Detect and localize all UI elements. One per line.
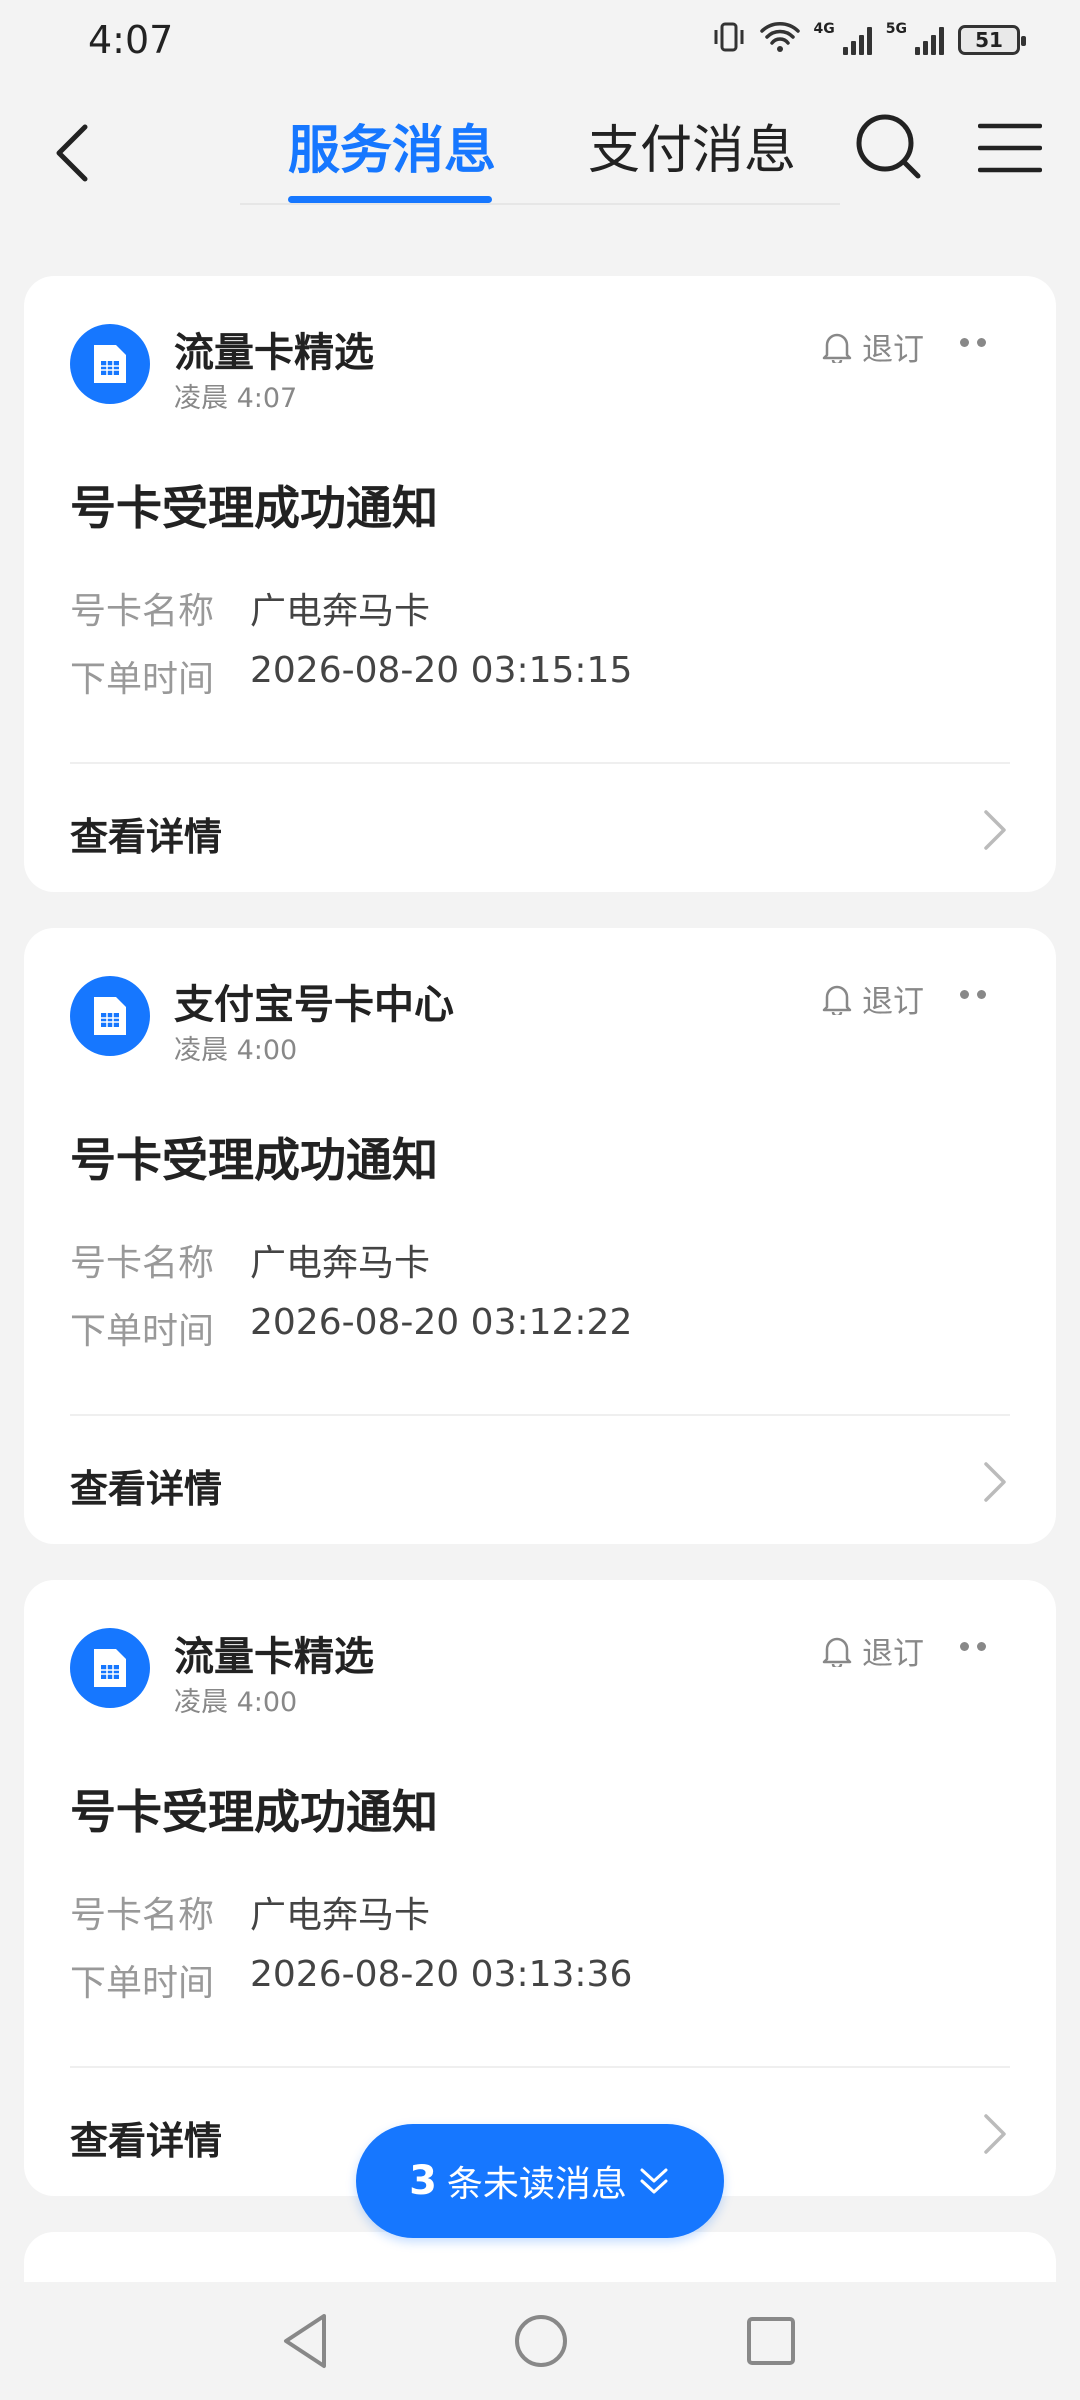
bell-icon (822, 985, 852, 1015)
field-label: 下单时间 (70, 1963, 215, 2004)
bell-icon (822, 333, 852, 363)
active-tab-indicator (288, 196, 492, 203)
chevron-left-icon (56, 124, 88, 182)
search-icon (856, 114, 921, 179)
source-avatar[interactable] (70, 976, 150, 1056)
more-options-button[interactable] (960, 990, 986, 999)
nav-recent-apps-icon[interactable] (736, 2306, 806, 2376)
view-details-link[interactable]: 查看详情 (70, 1458, 222, 1513)
unread-label: 条未读消息 (446, 2164, 627, 2205)
unsubscribe-label: 退订 (862, 332, 924, 368)
unread-count: 3 (409, 2158, 437, 2204)
chevron-right-icon[interactable] (980, 1458, 1010, 1506)
message-card[interactable]: 流量卡精选 凌晨 4:00 退订 号卡受理成功通知 号卡名称 广电奔马卡 下单时… (24, 1580, 1056, 2196)
unsubscribe-label: 退订 (862, 984, 924, 1020)
field-value: 广电奔马卡 (250, 1243, 431, 1284)
card-divider (70, 2066, 1010, 2068)
message-feed[interactable]: 流量卡精选 凌晨 4:07 退订 号卡受理成功通知 号卡名称 广电奔马卡 下单时… (24, 276, 1056, 2328)
view-details-link[interactable]: 查看详情 (70, 806, 222, 861)
message-title: 号卡受理成功通知 (70, 1785, 438, 1839)
field-card-name: 号卡名称 广电奔马卡 (70, 582, 430, 634)
field-value: 广电奔马卡 (250, 1895, 431, 1936)
status-bar: 4:07 4G 5G 51 (0, 0, 1080, 80)
battery-level: 51 (975, 28, 1003, 52)
battery-icon: 51 (958, 25, 1026, 55)
menu-icon (977, 123, 1043, 173)
wifi-icon (759, 21, 800, 59)
message-title: 号卡受理成功通知 (70, 1133, 438, 1187)
source-name[interactable]: 支付宝号卡中心 (174, 972, 454, 1030)
field-order-time: 下单时间 2026-08-20 03:13:36 (70, 1954, 632, 2006)
unsubscribe-button[interactable]: 退订 (822, 1628, 924, 1673)
network-type-5g: 5G (885, 21, 907, 37)
vibrate-icon (712, 21, 746, 59)
network-type-4g: 4G (813, 21, 835, 37)
unsubscribe-label: 退订 (862, 1636, 924, 1672)
search-button[interactable] (854, 112, 924, 182)
field-value: 广电奔马卡 (250, 591, 431, 632)
back-button[interactable] (48, 118, 98, 188)
status-time: 4:07 (88, 18, 174, 62)
source-name[interactable]: 流量卡精选 (174, 1624, 374, 1682)
message-time: 凌晨 4:00 (174, 1687, 298, 1718)
bell-icon (822, 1637, 852, 1667)
view-details-link[interactable]: 查看详情 (70, 2110, 222, 2165)
sim-card-icon (94, 1649, 126, 1687)
field-value: 2026-08-20 03:13:36 (250, 1954, 633, 1995)
source-avatar[interactable] (70, 324, 150, 404)
signal-icon (842, 25, 872, 55)
card-divider (70, 1414, 1010, 1416)
signal-icon-2 (915, 25, 944, 55)
tab-service-messages[interactable]: 服务消息 (288, 108, 496, 183)
status-icons: 4G 5G 51 (712, 21, 1026, 59)
field-value: 2026-08-20 03:12:22 (250, 1302, 633, 1343)
message-title: 号卡受理成功通知 (70, 481, 438, 535)
field-order-time: 下单时间 2026-08-20 03:15:15 (70, 650, 632, 702)
field-label: 下单时间 (70, 659, 215, 700)
source-name[interactable]: 流量卡精选 (174, 320, 374, 378)
card-divider (70, 762, 1010, 764)
sim-card-icon (94, 997, 126, 1035)
source-avatar[interactable] (70, 1628, 150, 1708)
menu-button[interactable] (977, 122, 1043, 174)
tab-service-messages-label: 服务消息 (288, 121, 497, 181)
double-chevron-down-icon (640, 2168, 668, 2194)
nav-back-icon[interactable] (272, 2306, 342, 2376)
field-value: 2026-08-20 03:15:15 (250, 650, 633, 691)
unsubscribe-button[interactable]: 退订 (822, 976, 924, 1021)
field-card-name: 号卡名称 广电奔马卡 (70, 1234, 430, 1286)
sim-card-icon (94, 345, 126, 383)
more-options-button[interactable] (960, 338, 986, 347)
tab-payment-messages-label: 支付消息 (588, 121, 797, 181)
message-time: 凌晨 4:07 (174, 383, 298, 414)
message-time: 凌晨 4:00 (174, 1035, 298, 1066)
field-card-name: 号卡名称 广电奔马卡 (70, 1886, 430, 1938)
field-label: 号卡名称 (70, 591, 215, 632)
field-label: 号卡名称 (70, 1243, 215, 1284)
unsubscribe-button[interactable]: 退订 (822, 324, 924, 369)
tab-payment-messages[interactable]: 支付消息 (588, 108, 796, 183)
message-card[interactable]: 支付宝号卡中心 凌晨 4:00 退订 号卡受理成功通知 号卡名称 广电奔马卡 下… (24, 928, 1056, 1544)
nav-home-icon[interactable] (506, 2306, 576, 2376)
more-options-button[interactable] (960, 1642, 986, 1651)
system-navigation-bar (0, 2282, 1080, 2400)
field-order-time: 下单时间 2026-08-20 03:12:22 (70, 1302, 632, 1354)
message-card[interactable]: 流量卡精选 凌晨 4:07 退订 号卡受理成功通知 号卡名称 广电奔马卡 下单时… (24, 276, 1056, 892)
field-label: 下单时间 (70, 1311, 215, 1352)
chevron-right-icon[interactable] (980, 806, 1010, 854)
chevron-right-icon[interactable] (980, 2110, 1010, 2158)
tab-divider (240, 203, 840, 205)
field-label: 号卡名称 (70, 1895, 215, 1936)
unread-messages-button[interactable]: 3 条未读消息 (356, 2124, 724, 2238)
